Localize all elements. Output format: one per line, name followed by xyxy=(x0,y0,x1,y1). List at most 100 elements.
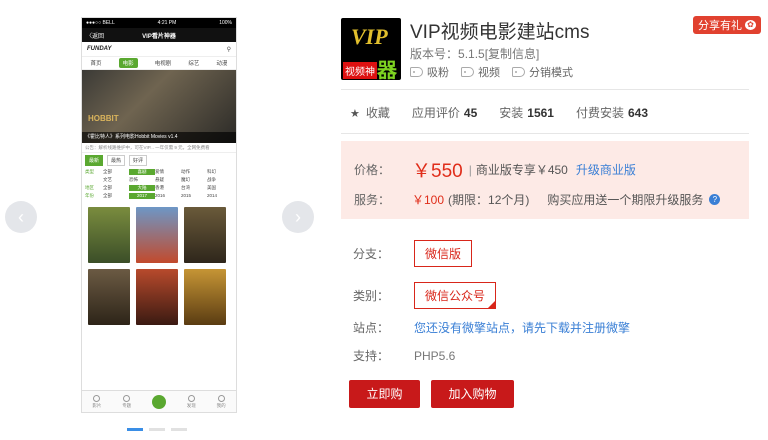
phone-filter-item: 2016 xyxy=(155,193,166,198)
phone-tabs: 首页 电影 电视剧 综艺 动漫 xyxy=(82,57,236,70)
branch-chip[interactable]: 微信版 xyxy=(414,240,473,267)
phone-tab: 综艺 xyxy=(188,61,200,67)
phone-filter-label: 年份 xyxy=(85,193,94,198)
price-value: ￥550 xyxy=(412,161,463,182)
rating-label: 应用评价 xyxy=(411,106,460,120)
phone-filter-item: 战争 xyxy=(207,177,216,182)
phone-bottom-item: 发现 xyxy=(187,394,196,409)
phone-title: VIP看片神器 xyxy=(142,33,176,40)
tag-icon xyxy=(410,67,423,77)
phone-filter-item: 爱情 xyxy=(155,169,164,174)
paid-label: 付费安装 xyxy=(575,106,624,120)
add-to-cart-button[interactable]: 加入购物车 xyxy=(431,380,514,429)
phone-filter-item: 悬疑 xyxy=(155,177,164,182)
movie-poster xyxy=(88,207,130,263)
support-option: 支持： PHP5.6 xyxy=(353,347,455,364)
screenshot-gallery: ‹ › ●●●○○ BELL 4:21 PM 100% 〈返回 VIP看片神器 … xyxy=(0,0,320,440)
gallery-dots xyxy=(127,428,187,431)
app-tag[interactable]: 视频 xyxy=(461,64,500,80)
phone-filter-tab: 好评 xyxy=(129,155,148,166)
phone-poster-grid xyxy=(82,203,236,329)
phone-filter-row: 年份 全部 2017 2016 2015 2014 xyxy=(85,193,233,199)
upgrade-business-link[interactable]: 升级商业版 xyxy=(576,161,636,178)
phone-screenshot: ●●●○○ BELL 4:21 PM 100% 〈返回 VIP看片神器 FUND… xyxy=(81,17,237,413)
phone-time: 4:21 PM xyxy=(157,20,177,26)
phone-title-bar: 〈返回 VIP看片神器 xyxy=(82,28,236,42)
app-tag[interactable]: 吸粉 xyxy=(410,64,449,80)
phone-banner-logo: HOBBIT xyxy=(88,114,119,123)
register-site-link[interactable]: 您还没有微擎站点，请先下载并注册微擎 xyxy=(414,319,630,336)
phone-filter-item: 美国 xyxy=(207,185,216,190)
category-chip[interactable]: 微信公众号 xyxy=(414,282,497,309)
branch-label: 分支： xyxy=(353,247,390,261)
price-row: 价格： ￥550 | 商业版专享￥450 升级商业版 xyxy=(354,156,636,183)
app-tag[interactable]: 分销模式 xyxy=(512,64,573,80)
copy-info-link[interactable]: [复制信息] xyxy=(485,47,540,61)
phone-filter-row: 类型 全部 喜剧 爱情 动作 科幻 xyxy=(85,169,233,175)
phone-nav-icon xyxy=(151,394,166,409)
app-title: VIP视频电影建站cms xyxy=(410,22,590,43)
gallery-dot[interactable] xyxy=(127,428,143,431)
phone-bottom-item: 影片 xyxy=(92,394,101,409)
phone-filter-row: 文艺 恐怖 悬疑 魔幻 战争 xyxy=(85,177,233,183)
phone-nav-icon xyxy=(187,394,195,402)
app-icon-big: 器 xyxy=(377,60,397,80)
app-stats: ★ 收藏 应用评价 45 安装 1561 付费安装 643 xyxy=(350,104,648,121)
category-option: 类别： 微信公众号 xyxy=(353,282,497,309)
version-number: 5.1.5 xyxy=(458,47,485,61)
business-price: 商业版专享￥450 xyxy=(475,163,568,177)
share-label: 分享有礼 xyxy=(698,20,742,32)
phone-tab: 首页 xyxy=(90,61,102,67)
phone-filter-item: 科幻 xyxy=(207,169,216,174)
phone-banner-caption: 《霍比特人》系列电影Hobbit Movies v1.4 xyxy=(82,132,236,143)
phone-bottom-label: 专题 xyxy=(122,402,132,408)
phone-filter-item: 喜剧 xyxy=(129,169,155,175)
buy-now-button[interactable]: 立即购买 xyxy=(349,380,420,429)
phone-filter-item: 2014 xyxy=(207,193,218,198)
app-tag-label: 视频 xyxy=(478,67,500,79)
gallery-dot[interactable] xyxy=(171,428,187,431)
share-gift-button[interactable]: 分享有礼 ✿ xyxy=(693,16,761,34)
phone-logo: FUNDAY xyxy=(87,46,112,52)
version-label: 版本号： xyxy=(410,47,459,61)
support-label: 支持： xyxy=(353,349,390,363)
installs-value: 1561 xyxy=(527,106,554,120)
phone-bottom-item: 我的 xyxy=(216,394,226,409)
movie-poster xyxy=(184,269,226,325)
installs-stat: 安装 1561 xyxy=(499,104,554,121)
phone-logo-row: FUNDAY ⚲ xyxy=(82,42,236,57)
phone-filter-item: 台湾 xyxy=(181,185,190,190)
star-icon: ★ xyxy=(350,108,360,120)
phone-filter-item: 全部 xyxy=(103,185,112,190)
phone-tab: 动漫 xyxy=(216,61,228,67)
price-separator: | xyxy=(468,162,472,177)
paid-value: 643 xyxy=(628,106,649,120)
movie-poster xyxy=(88,269,130,325)
phone-bottom-label: 我的 xyxy=(216,402,226,408)
tag-icon xyxy=(461,67,474,77)
service-period: (期限：12个月) xyxy=(448,193,530,207)
tag-icon xyxy=(512,67,525,77)
phone-nav-icon xyxy=(123,394,131,402)
phone-filter-row: 地区 全部 大陆 香港 台湾 美国 xyxy=(85,185,233,191)
gallery-prev-button[interactable]: ‹ xyxy=(5,201,37,233)
movie-poster xyxy=(136,207,178,263)
divider xyxy=(341,89,749,90)
installs-label: 安装 xyxy=(499,106,524,120)
phone-filter-item: 2015 xyxy=(181,193,192,198)
phone-filter-item: 全部 xyxy=(103,169,112,174)
help-icon[interactable]: ? xyxy=(709,194,721,205)
phone-filter-head: 最新 最热 好评 xyxy=(85,155,233,166)
service-row: 服务： ￥100 (期限：12个月) 购买应用送一个期限升级服务 ? xyxy=(354,191,721,208)
divider xyxy=(341,133,749,134)
site-option: 站点： 您还没有微擎站点，请先下载并注册微擎 xyxy=(353,319,630,336)
phone-filter-item: 全部 xyxy=(103,193,112,198)
gallery-dot[interactable] xyxy=(149,428,165,431)
phone-bottom-item xyxy=(151,394,166,409)
favorite-button[interactable]: ★ 收藏 xyxy=(350,104,390,121)
branch-option: 分支： 微信版 xyxy=(353,240,473,267)
movie-poster xyxy=(136,269,178,325)
phone-filter-label: 地区 xyxy=(85,185,94,190)
phone-filter-tab: 最热 xyxy=(107,155,126,166)
gallery-next-button[interactable]: › xyxy=(282,201,314,233)
